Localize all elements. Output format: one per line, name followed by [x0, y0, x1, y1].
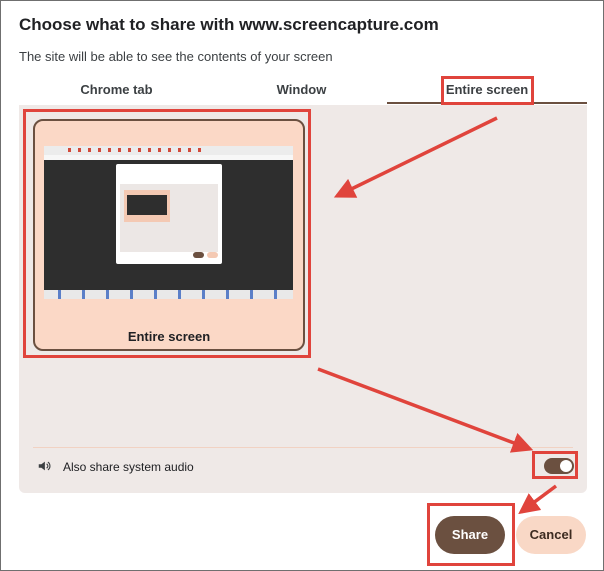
speaker-icon	[38, 461, 51, 471]
thumbnail-dialog	[116, 164, 222, 264]
thumbnail-toolbar	[44, 155, 293, 160]
thumbnail-dialog-panel	[120, 184, 218, 252]
dialog-subtitle: The site will be able to see the content…	[19, 49, 333, 64]
thumbnail-mini-cancel	[207, 252, 218, 258]
system-audio-toggle[interactable]	[544, 458, 574, 474]
tab-selected-indicator	[387, 102, 587, 104]
source-panel: Entire screen Also share system audio	[19, 105, 587, 493]
cancel-button[interactable]: Cancel	[516, 516, 586, 554]
screen-thumbnail	[44, 146, 293, 299]
entire-screen-card-label: Entire screen	[127, 329, 211, 344]
system-audio-label: Also share system audio	[63, 460, 194, 474]
source-tabs: Chrome tab Window Entire screen	[19, 79, 587, 105]
thumbnail-taskbar	[44, 290, 293, 299]
thumbnail-tab-strip	[68, 148, 208, 152]
thumbnail-mini-screen	[127, 195, 167, 215]
tab-window[interactable]: Window	[204, 79, 399, 103]
dialog-title: Choose what to share with www.screencapt…	[19, 15, 439, 34]
thumbnail-mini-share	[193, 252, 204, 258]
entire-screen-card[interactable]: Entire screen	[33, 119, 305, 351]
panel-divider	[33, 447, 573, 448]
share-button[interactable]: Share	[435, 516, 505, 554]
share-dialog: Choose what to share with www.screencapt…	[0, 0, 604, 571]
thumbnail-mini-card	[124, 190, 170, 222]
toggle-knob	[560, 460, 572, 472]
tab-chrome-tab[interactable]: Chrome tab	[19, 79, 214, 103]
tab-entire-screen[interactable]: Entire screen	[387, 79, 587, 103]
